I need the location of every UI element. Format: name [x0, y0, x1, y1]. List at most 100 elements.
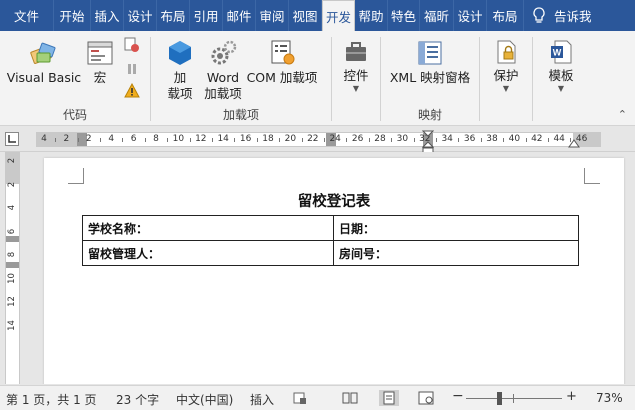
- document-canvas: 留校登记表 学校名称： 日期： 留校管理人： 房间号：: [24, 152, 635, 384]
- ruler-number: 6: [130, 134, 137, 144]
- ruler-number: 14: [217, 134, 229, 144]
- ruler-tick: [480, 138, 482, 142]
- group-templates: W 模板 ▼: [533, 31, 589, 126]
- macros-label: 宏: [93, 70, 107, 85]
- ruler-number: 2: [7, 181, 17, 187]
- zoom-slider-thumb[interactable]: [496, 392, 502, 405]
- table-row: 留校管理人： 房间号：: [82, 240, 579, 266]
- ruler-number: 10: [172, 134, 185, 144]
- record-macro-icon[interactable]: [124, 37, 140, 56]
- dropdown-arrow-icon: ▼: [502, 84, 510, 93]
- ruler-number: 8: [7, 251, 17, 258]
- web-layout-icon[interactable]: [416, 390, 436, 406]
- ruler-number: 34: [441, 134, 453, 144]
- com-addins-label: COM 加载项: [246, 70, 318, 85]
- tab-table-layout[interactable]: 布局: [487, 0, 524, 31]
- insert-mode[interactable]: 插入: [250, 391, 274, 408]
- print-layout-icon[interactable]: [379, 390, 399, 406]
- ruler-number: 14: [7, 319, 17, 331]
- tab-foxit[interactable]: 福昕: [420, 0, 454, 31]
- vertical-ruler-track: 2 2 4 6 8 10 12 14: [5, 152, 20, 384]
- tab-insert[interactable]: 插入: [91, 0, 124, 31]
- templates-button[interactable]: W 模板 ▼: [541, 39, 581, 94]
- table-row: 学校名称： 日期：: [82, 215, 579, 241]
- com-addins-button[interactable]: COM 加载项: [245, 39, 319, 86]
- tab-references[interactable]: 引用: [190, 0, 223, 31]
- tab-mailings[interactable]: 邮件: [223, 0, 256, 31]
- pause-recording-icon[interactable]: [124, 61, 140, 80]
- indent-marker-icon[interactable]: [422, 130, 434, 154]
- tab-help[interactable]: 帮助: [355, 0, 388, 31]
- table-cell[interactable]: 房间号：: [333, 240, 579, 266]
- visual-basic-icon: [30, 42, 56, 64]
- table-cell[interactable]: 留校管理人：: [82, 240, 334, 266]
- controls-button[interactable]: 控件 ▼: [336, 39, 376, 94]
- addins-icon: [169, 41, 191, 65]
- word-addins-label-1: Word: [206, 70, 240, 85]
- zoom-level[interactable]: 73%: [596, 391, 623, 405]
- macro-security-icon[interactable]: [124, 82, 140, 102]
- tab-home[interactable]: 开始: [54, 0, 91, 31]
- table-cell[interactable]: 日期：: [333, 215, 579, 241]
- visual-basic-button[interactable]: Visual Basic: [6, 39, 82, 86]
- ruler-tick: [458, 138, 460, 142]
- gear-icon: [211, 40, 237, 65]
- ruler-number: 8: [153, 134, 159, 144]
- macros-button[interactable]: 宏: [82, 39, 118, 86]
- ruler-tick: [167, 138, 169, 142]
- ribbon-tab-bar: 文件 开始 插入 设计 布局 引用 邮件 审阅 视图 开发 帮助 特色 福昕 设…: [0, 0, 635, 32]
- tab-developer[interactable]: 开发: [322, 0, 355, 32]
- page-count[interactable]: 第 1 页，共 1 页: [6, 391, 97, 408]
- right-indent-marker-icon[interactable]: [568, 139, 580, 149]
- ruler-tick: [279, 138, 281, 142]
- group-mapping: XML 映射窗格 映射: [381, 31, 479, 126]
- group-code: Visual Basic 宏 代码: [0, 31, 150, 126]
- tab-special[interactable]: 特色: [388, 0, 420, 31]
- word-addins-button[interactable]: Word 加载项: [203, 39, 243, 102]
- tell-me-search[interactable]: 告诉我: [554, 0, 598, 31]
- table-row-marker[interactable]: [6, 262, 19, 268]
- addins-button[interactable]: 加 载项: [159, 39, 201, 102]
- ruler-number: 4: [108, 134, 115, 144]
- read-mode-icon[interactable]: [340, 390, 360, 406]
- group-label-mapping: 映射: [417, 108, 442, 122]
- ruler-tick: [391, 138, 393, 142]
- macro-record-icon[interactable]: [293, 391, 307, 408]
- ruler-number: 42: [531, 134, 543, 144]
- xml-mapping-pane-button[interactable]: XML 映射窗格: [387, 39, 473, 86]
- document-title[interactable]: 留校登记表: [44, 190, 624, 211]
- vertical-ruler: 2 2 4 6 8 10 12 14: [0, 152, 24, 384]
- table-cell[interactable]: 学校名称：: [82, 215, 334, 241]
- tab-layout[interactable]: 布局: [157, 0, 190, 31]
- horizontal-ruler: 4 2 2 4 6 8 10 12 14 16 18 20 22 24 26 28 30 32 34 36 38 40 42…: [0, 127, 635, 154]
- registration-table[interactable]: 学校名称： 日期： 留校管理人： 房间号：: [82, 215, 579, 266]
- word-template-icon: W: [551, 40, 572, 64]
- ruler-track: 4 2 2 4 6 8 10 12 14 16 18 20 22 24 26 28 30 32 34 36 38 40 42…: [36, 132, 601, 147]
- document-page[interactable]: 留校登记表 学校名称： 日期： 留校管理人： 房间号：: [44, 158, 624, 384]
- templates-label: 模板: [548, 68, 574, 83]
- xml-mapping-icon: [418, 41, 442, 65]
- ruler-number: 22: [307, 134, 319, 144]
- tab-design[interactable]: 设计: [124, 0, 157, 31]
- group-protect: 保护 ▼: [480, 31, 532, 126]
- zoom-in-button[interactable]: +: [566, 389, 577, 404]
- ruler-number: 16: [239, 134, 252, 144]
- tab-file[interactable]: 文件: [0, 0, 54, 31]
- ruler-tick: [100, 138, 101, 142]
- zoom-out-button[interactable]: −: [452, 388, 464, 404]
- collapse-ribbon-icon[interactable]: ⌃: [618, 108, 627, 121]
- tab-review[interactable]: 审阅: [256, 0, 289, 31]
- protect-button[interactable]: 保护 ▼: [486, 39, 526, 94]
- tab-view[interactable]: 视图: [289, 0, 322, 31]
- lightbulb-icon[interactable]: [524, 0, 554, 31]
- addins-label-2: 载项: [167, 86, 193, 101]
- language-indicator[interactable]: 中文(中国): [176, 391, 233, 408]
- macros-icon: [87, 41, 113, 65]
- tab-table-design[interactable]: 设计: [454, 0, 487, 31]
- ruler-number: 18: [262, 134, 274, 144]
- page-corner-mark: [584, 168, 600, 184]
- zoom-slider[interactable]: [466, 392, 562, 405]
- tab-selector-icon[interactable]: [5, 132, 19, 146]
- word-count[interactable]: 23 个字: [116, 391, 159, 408]
- ruler-number: 36: [463, 134, 476, 144]
